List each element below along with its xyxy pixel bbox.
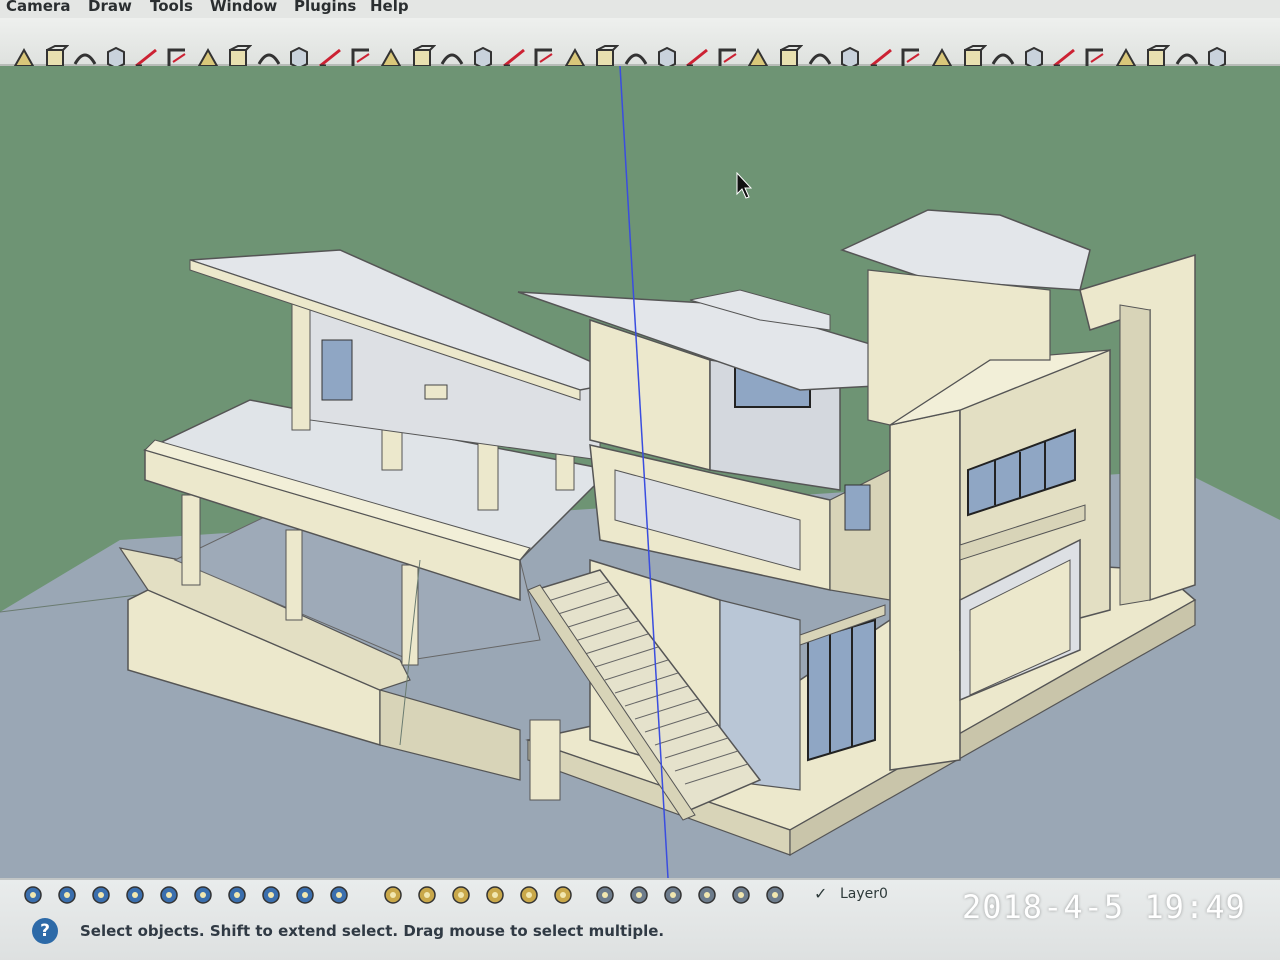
layer-check-icon[interactable]: ✓ xyxy=(814,884,827,903)
sketchup-window: Camera Draw Tools Window Plugins Help ✓ … xyxy=(0,0,1280,960)
menu-camera[interactable]: Camera xyxy=(6,0,70,15)
layer-store-icon[interactable] xyxy=(764,884,786,906)
toolbar xyxy=(0,18,1280,70)
protractor-icon[interactable] xyxy=(484,884,506,906)
pan-icon[interactable] xyxy=(552,884,574,906)
layer-house-icon[interactable] xyxy=(662,884,684,906)
menu-plugins[interactable]: Plugins xyxy=(294,0,356,15)
status-message: Select objects. Shift to extend select. … xyxy=(80,922,665,940)
layer-new-icon[interactable] xyxy=(594,884,616,906)
layer-open-icon[interactable] xyxy=(696,884,718,906)
ruler-icon[interactable] xyxy=(382,884,404,906)
measure-icon[interactable] xyxy=(124,884,146,906)
hide-icon[interactable] xyxy=(192,884,214,906)
menu-bar: Camera Draw Tools Window Plugins Help xyxy=(0,0,1280,18)
scenes-icon[interactable] xyxy=(328,884,350,906)
styles-icon[interactable] xyxy=(294,884,316,906)
layer-name[interactable]: Layer0 xyxy=(840,886,888,902)
help-button[interactable]: ? xyxy=(32,918,58,944)
info-icon[interactable] xyxy=(158,884,180,906)
pencil-icon[interactable] xyxy=(416,884,438,906)
column xyxy=(285,529,303,621)
pavilion-window xyxy=(321,339,353,401)
column xyxy=(181,494,201,586)
menu-tools[interactable]: Tools xyxy=(150,0,193,15)
mouse-cursor-icon xyxy=(736,172,752,199)
wall-unit xyxy=(424,384,448,400)
photo-timestamp: 2018-4-5 19:49 xyxy=(962,888,1246,926)
orbit-icon[interactable] xyxy=(518,884,540,906)
model-viewport[interactable] xyxy=(0,66,1280,878)
layer-delete-icon[interactable] xyxy=(628,884,650,906)
materials-icon[interactable] xyxy=(260,884,282,906)
stair-landing-pier xyxy=(529,719,561,801)
components-icon[interactable] xyxy=(226,884,248,906)
menu-help[interactable]: Help xyxy=(370,0,409,15)
geo-location-icon[interactable] xyxy=(22,884,44,906)
menu-window[interactable]: Window xyxy=(210,0,277,15)
side-window xyxy=(844,484,871,531)
layer-home-icon[interactable] xyxy=(730,884,752,906)
license-icon[interactable] xyxy=(90,884,112,906)
menu-draw[interactable]: Draw xyxy=(88,0,132,15)
tape-icon[interactable] xyxy=(450,884,472,906)
credits-icon[interactable] xyxy=(56,884,78,906)
glass-door xyxy=(807,618,876,762)
right-block-front xyxy=(889,409,961,771)
tall-frame-inner xyxy=(1119,304,1151,606)
column xyxy=(291,299,311,431)
